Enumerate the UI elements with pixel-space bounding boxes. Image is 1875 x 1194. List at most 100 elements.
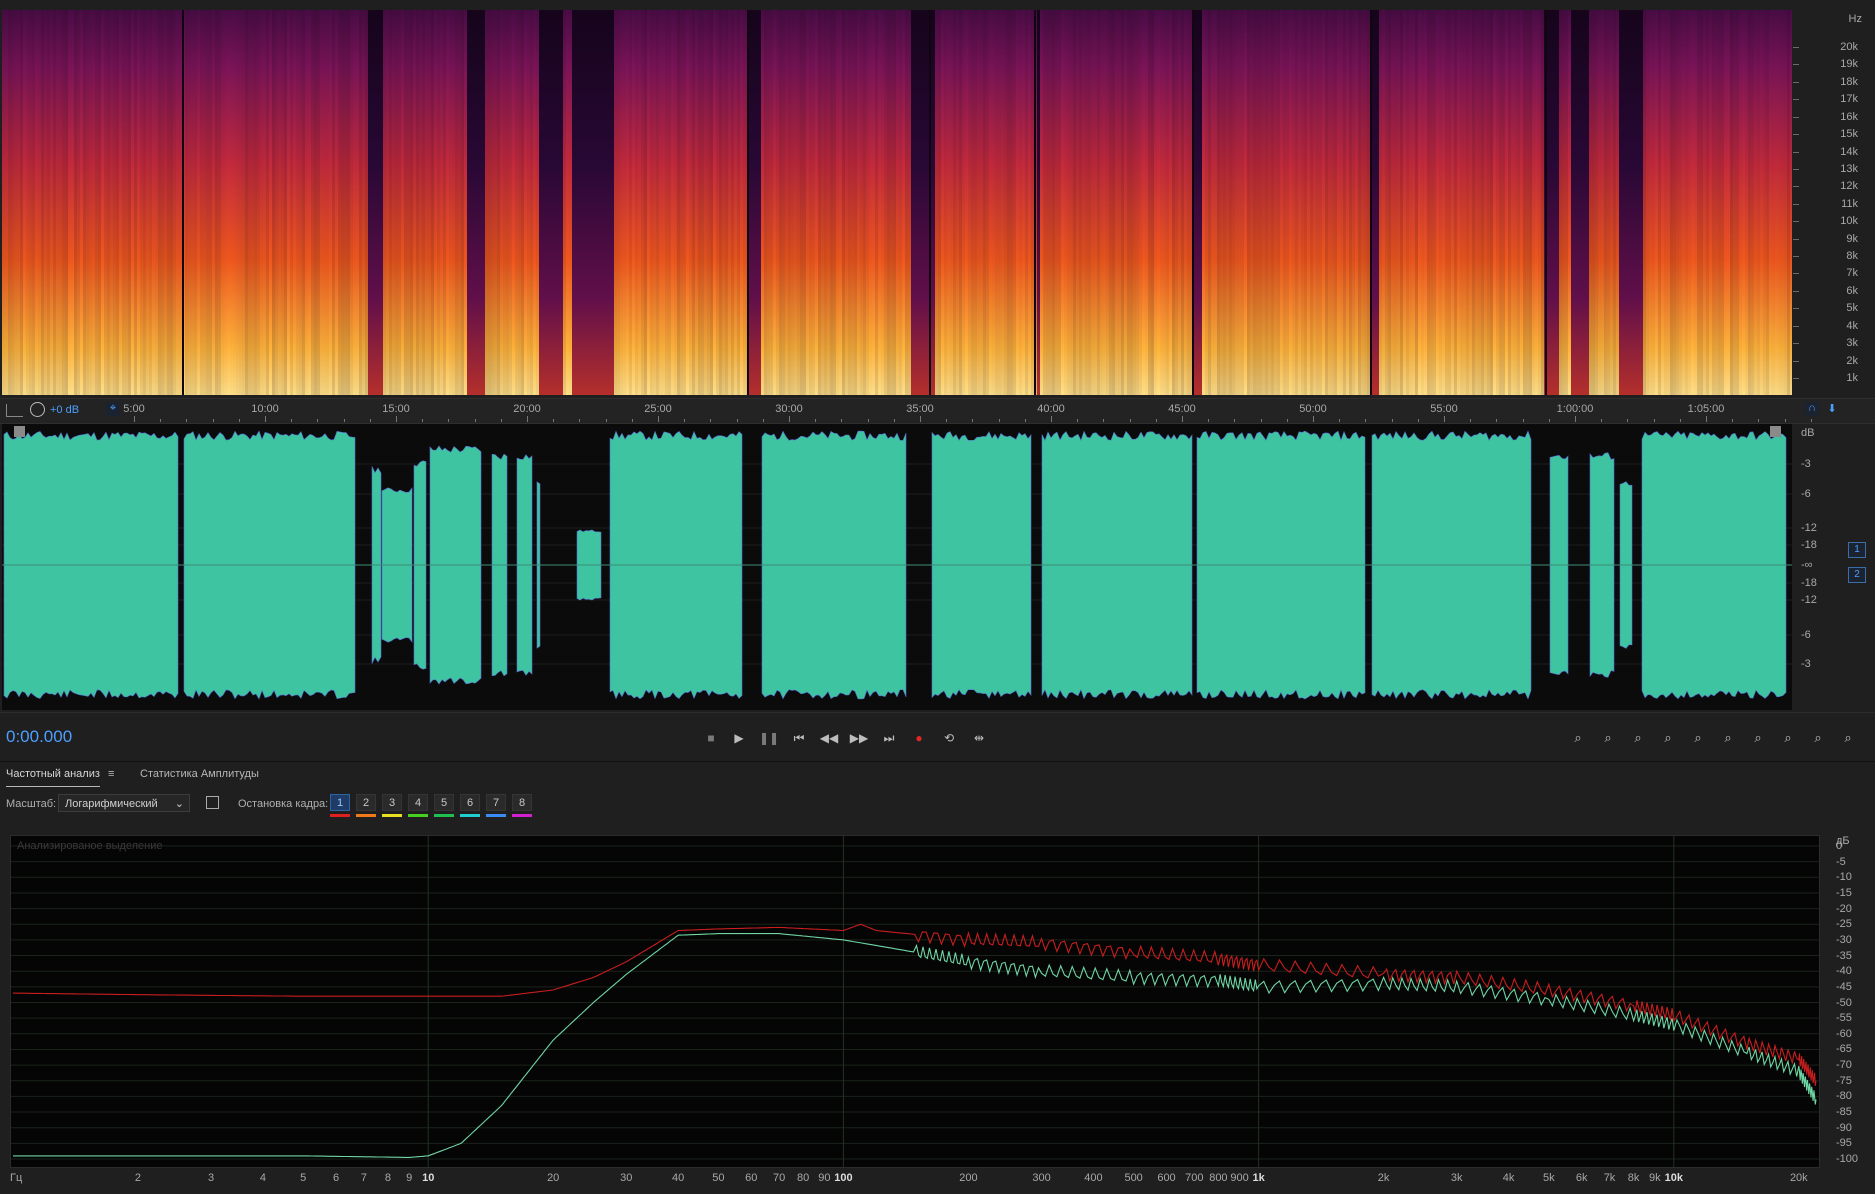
spectrogram-column xyxy=(734,10,737,395)
spectrogram-column xyxy=(1463,10,1466,395)
time-tick xyxy=(1548,419,1550,422)
zoom-out-full-icon[interactable]: ⌕ xyxy=(1748,728,1768,748)
tab-frequency-analysis[interactable]: Частотный анализ xyxy=(6,762,100,787)
freeze-frame-button-1[interactable]: 1 xyxy=(330,794,350,811)
spectrogram-display[interactable] xyxy=(2,10,1792,395)
copy-icon[interactable] xyxy=(206,796,219,809)
channel-1-toggle[interactable]: 1 xyxy=(1848,542,1866,558)
gain-knob-icon[interactable] xyxy=(30,402,45,417)
spectrogram-column xyxy=(257,10,260,395)
time-tick xyxy=(1810,419,1812,422)
stop-button[interactable]: ■ xyxy=(701,728,721,748)
spectrogram-column xyxy=(383,10,386,395)
record-button[interactable]: ● xyxy=(909,728,929,748)
freeze-frame-button-3[interactable]: 3 xyxy=(382,794,402,811)
spectrogram-column xyxy=(686,10,689,395)
level-meter-icon[interactable] xyxy=(6,404,23,417)
zoom-out-amplitude-icon[interactable]: ⌕ xyxy=(1598,728,1618,748)
zoom-to-right-icon[interactable]: ⌕ xyxy=(1838,728,1858,748)
spectrogram-column xyxy=(1706,10,1709,395)
graph-freq-tick-label: 100 xyxy=(834,1172,853,1184)
zoom-in-point-icon[interactable]: ⌕ xyxy=(1718,728,1738,748)
spectrogram-column xyxy=(1154,10,1157,395)
headphones-icon[interactable]: ∩ xyxy=(1805,402,1819,416)
graph-freq-tick-label: 9 xyxy=(406,1172,413,1184)
time-tick xyxy=(1313,416,1314,422)
spectrogram-column xyxy=(206,10,209,395)
zoom-to-left-icon[interactable]: ⌕ xyxy=(1808,728,1828,748)
pin-icon[interactable]: ⌖ xyxy=(106,402,120,416)
spectrogram-column xyxy=(881,10,884,395)
spectrogram-column xyxy=(227,10,230,395)
scale-select[interactable]: Логарифмический ⌄ xyxy=(58,794,190,812)
spectrogram-column xyxy=(56,10,59,395)
zoom-reset-amplitude-icon[interactable]: ⌕ xyxy=(1628,728,1648,748)
frequency-graph[interactable]: Анализированое выделение xyxy=(10,835,1820,1168)
skip-selection-button[interactable]: ⇹ xyxy=(969,728,989,748)
spectrogram-column xyxy=(278,10,281,395)
spectrogram-column xyxy=(1187,10,1190,395)
spectrogram-column xyxy=(1043,10,1046,395)
time-tick-label: 25:00 xyxy=(644,403,672,415)
spectrogram-column xyxy=(1403,10,1406,395)
time-tick xyxy=(1601,419,1603,422)
spectrogram-column xyxy=(479,10,482,395)
freeze-frame-button-4[interactable]: 4 xyxy=(408,794,428,811)
spectrogram-column xyxy=(803,10,806,395)
fade-in-handle[interactable] xyxy=(14,426,25,437)
spectrogram-column xyxy=(485,10,488,395)
spectrogram-column xyxy=(1367,10,1370,395)
spectrogram-column xyxy=(770,10,773,395)
time-tick xyxy=(1208,419,1210,422)
loop-playback-button[interactable]: ⟲ xyxy=(939,728,959,748)
spectrogram-column xyxy=(83,10,86,395)
zoom-in-amplitude-icon[interactable]: ⌕ xyxy=(1568,728,1588,748)
zoom-in-selection-icon[interactable]: ⌕ xyxy=(1778,728,1798,748)
freeze-frame-button-6[interactable]: 6 xyxy=(460,794,480,811)
spectrogram-column xyxy=(266,10,269,395)
spectrogram-column xyxy=(653,10,656,395)
fast-forward-button[interactable]: ▶▶ xyxy=(849,728,869,748)
spectrogram-column xyxy=(2,10,5,395)
freeze-frame-button-2[interactable]: 2 xyxy=(356,794,376,811)
freeze-frame-button-7[interactable]: 7 xyxy=(486,794,506,811)
pause-button[interactable]: ❚❚ xyxy=(759,728,779,748)
fade-out-handle[interactable] xyxy=(1770,426,1781,437)
waveform-display[interactable] xyxy=(2,424,1792,710)
time-ruler[interactable]: +0 dB ⌖ 5:00 10:00 15:00 20:00 25:00 30:00 35:… xyxy=(0,398,1875,424)
time-tick xyxy=(317,419,319,422)
go-to-end-button[interactable]: ⏭ xyxy=(879,728,899,748)
rewind-button[interactable]: ◀◀ xyxy=(819,728,839,748)
panel-menu-icon[interactable]: ≡ xyxy=(108,768,114,780)
freeze-frame-button-5[interactable]: 5 xyxy=(434,794,454,811)
spectrogram-column xyxy=(1373,10,1376,395)
time-tick xyxy=(1155,419,1157,422)
play-button[interactable]: ▶ xyxy=(729,728,749,748)
freeze-frame-button-8[interactable]: 8 xyxy=(512,794,532,811)
timecode-display[interactable]: 0:00.000 xyxy=(6,727,72,747)
spectrogram-column xyxy=(1583,10,1586,395)
tab-amplitude-statistics[interactable]: Статистика Амплитуды xyxy=(140,762,259,786)
hz-tick-label: 3k xyxy=(1846,337,1858,350)
clip-gain-label[interactable]: +0 dB xyxy=(50,404,79,416)
go-to-start-button[interactable]: ⏮ xyxy=(789,728,809,748)
spectrogram-column xyxy=(500,10,503,395)
channel-2-toggle[interactable]: 2 xyxy=(1848,567,1866,583)
spectrogram-column xyxy=(608,10,611,395)
hz-tick-label: 15k xyxy=(1840,128,1858,141)
zoom-in-time-icon[interactable]: ⌕ xyxy=(1658,728,1678,748)
spectrogram-column xyxy=(1472,10,1475,395)
spectrogram-column xyxy=(17,10,20,395)
spectrogram-column xyxy=(749,10,752,395)
time-tick xyxy=(212,419,214,422)
time-tick-label: 45:00 xyxy=(1168,403,1196,415)
spectrogram-column xyxy=(683,10,686,395)
spectrogram-column xyxy=(812,10,815,395)
spectrogram-column xyxy=(416,10,419,395)
marker-icon[interactable]: ⬇ xyxy=(1825,402,1839,416)
zoom-out-time-icon[interactable]: ⌕ xyxy=(1688,728,1708,748)
spectrogram-column xyxy=(1571,10,1574,395)
spectrogram-column xyxy=(1115,10,1118,395)
spectrogram-column xyxy=(290,10,293,395)
spectrogram-column xyxy=(1484,10,1487,395)
